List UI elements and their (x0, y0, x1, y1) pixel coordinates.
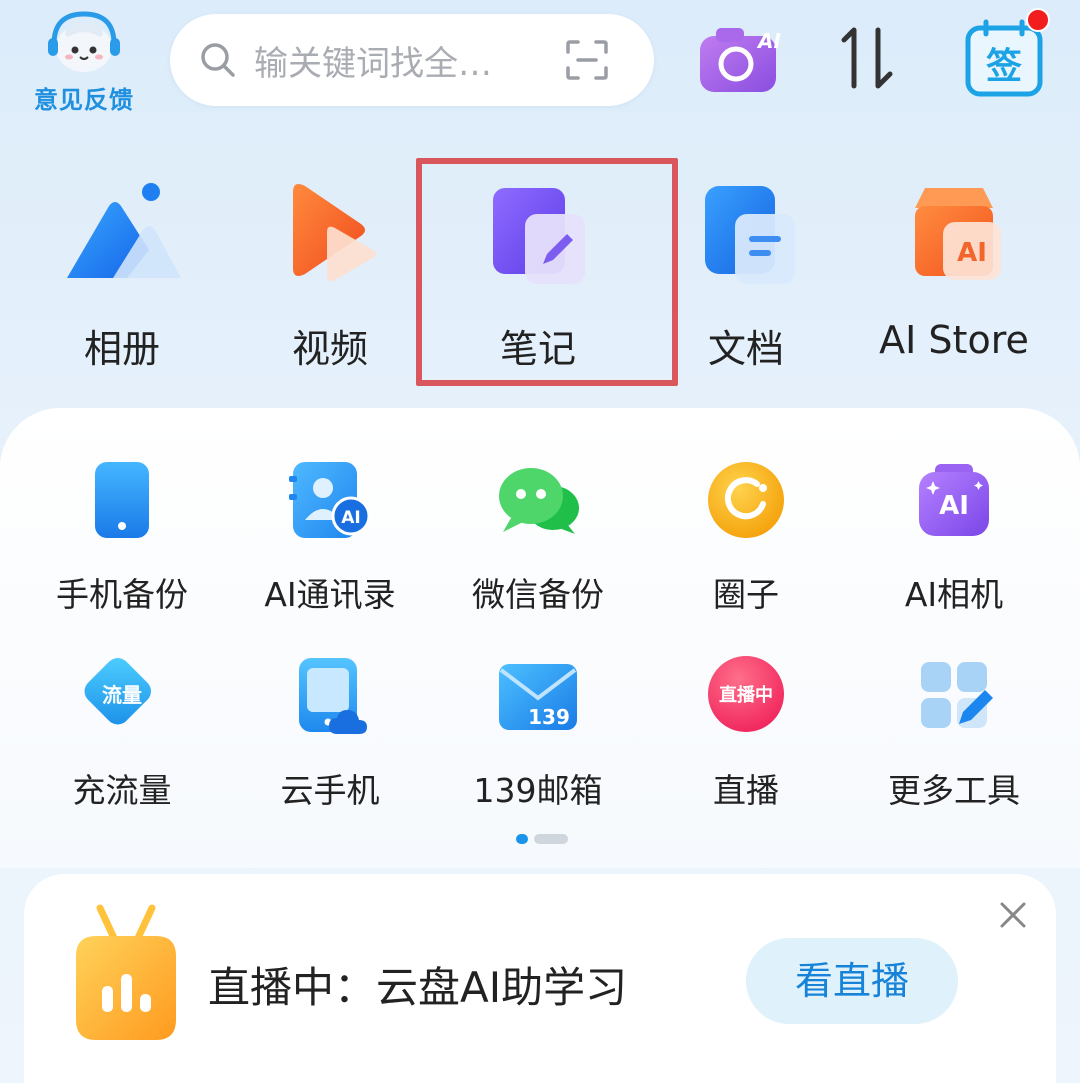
live-badge: 直播中 (719, 684, 773, 706)
data-topup-badge: 流量 (102, 683, 142, 707)
tool-label: AI相机 (904, 575, 1004, 614)
close-icon[interactable] (998, 900, 1028, 930)
tool-wechat-backup[interactable]: 微信备份 (434, 458, 642, 628)
app-label: AI Store (879, 318, 1029, 362)
live-tv-icon (76, 904, 176, 1040)
cloud-phone-icon (299, 658, 367, 734)
app-label: 文档 (707, 327, 784, 371)
app-ai-store[interactable]: AI AI Store (850, 160, 1058, 390)
tool-circle[interactable]: 圈子 (642, 458, 850, 628)
tool-phone-backup[interactable]: 手机备份 (18, 458, 226, 628)
ai-camera-top-icon[interactable]: AI (696, 22, 786, 94)
ai-store-badge: AI (957, 238, 987, 268)
tool-label: 云手机 (280, 771, 380, 810)
tool-139-mail[interactable]: 139 139邮箱 (434, 654, 642, 824)
scan-icon[interactable] (564, 38, 610, 82)
circle-icon (708, 462, 784, 538)
customer-service-mascot-icon (48, 11, 120, 72)
app-notes[interactable]: 笔记 (434, 160, 642, 390)
sort-transfer-icon[interactable] (834, 26, 906, 90)
ai-store-icon: AI (915, 188, 1001, 280)
page-dot-inactive (534, 834, 568, 844)
ai-camera-badge: AI (939, 491, 969, 521)
more-tools-icon (921, 662, 993, 728)
album-icon (67, 183, 181, 278)
sign-label: 签 (986, 46, 1022, 87)
mail-139-badge: 139 (528, 705, 570, 729)
tool-live[interactable]: 直播中 直播 (642, 654, 850, 824)
tool-data-topup[interactable]: 流量 充流量 (18, 654, 226, 824)
tool-label: 直播 (713, 771, 779, 810)
tool-cloud-phone[interactable]: 云手机 (226, 654, 434, 824)
tool-label: 139邮箱 (473, 771, 603, 810)
watch-live-button[interactable]: 看直播 (746, 938, 958, 1024)
ai-contacts-badge: AI (341, 508, 360, 528)
mail-139-icon: 139 (499, 664, 577, 730)
tool-more[interactable]: 更多工具 (850, 654, 1058, 824)
tool-label: 圈子 (713, 575, 779, 614)
phone-backup-icon (95, 462, 149, 538)
feedback-label: 意见反馈 (34, 86, 134, 114)
feedback-button[interactable]: 意见反馈 (28, 10, 140, 114)
tool-label: 微信备份 (472, 575, 604, 614)
search-icon (201, 43, 235, 77)
main-apps-row: 相册 视频 笔记 文档 AI AI Store (0, 160, 1080, 390)
app-label: 笔记 (499, 327, 576, 371)
tool-ai-camera[interactable]: AI AI相机 (850, 458, 1058, 628)
ai-contacts-icon: AI (289, 462, 371, 538)
notification-dot (1026, 8, 1050, 32)
app-documents[interactable]: 文档 (642, 160, 850, 390)
search-bar[interactable]: 输关键词找全… (170, 14, 654, 106)
tool-label: 充流量 (72, 771, 172, 810)
document-icon (705, 186, 795, 284)
live-icon: 直播中 (708, 656, 784, 732)
app-label: 视频 (291, 327, 368, 371)
page-dot-active (516, 834, 528, 844)
ai-camera-icon: AI (919, 464, 989, 536)
ai-camera-badge: AI (756, 29, 781, 53)
app-label: 相册 (83, 327, 160, 371)
data-topup-icon: 流量 (84, 658, 151, 725)
tool-ai-contacts[interactable]: AI AI通讯录 (226, 458, 434, 628)
tool-label: 手机备份 (56, 575, 188, 614)
note-icon (493, 188, 585, 284)
tool-label: AI通讯录 (264, 575, 396, 614)
app-video[interactable]: 视频 (226, 160, 434, 390)
banner-title: 直播中：云盘AI助学习 (208, 963, 628, 1012)
top-bar: 意见反馈 输关键词找全… AI 签 (0, 0, 1080, 120)
tool-label: 更多工具 (888, 771, 1020, 810)
live-banner[interactable]: 直播中：云盘AI助学习 看直播 (24, 874, 1056, 1083)
sign-in-button[interactable]: 签 (964, 8, 1050, 98)
video-play-icon (293, 184, 376, 282)
app-album[interactable]: 相册 (18, 160, 226, 390)
search-placeholder: 输关键词找全… (254, 44, 492, 84)
wechat-backup-icon (499, 468, 579, 534)
